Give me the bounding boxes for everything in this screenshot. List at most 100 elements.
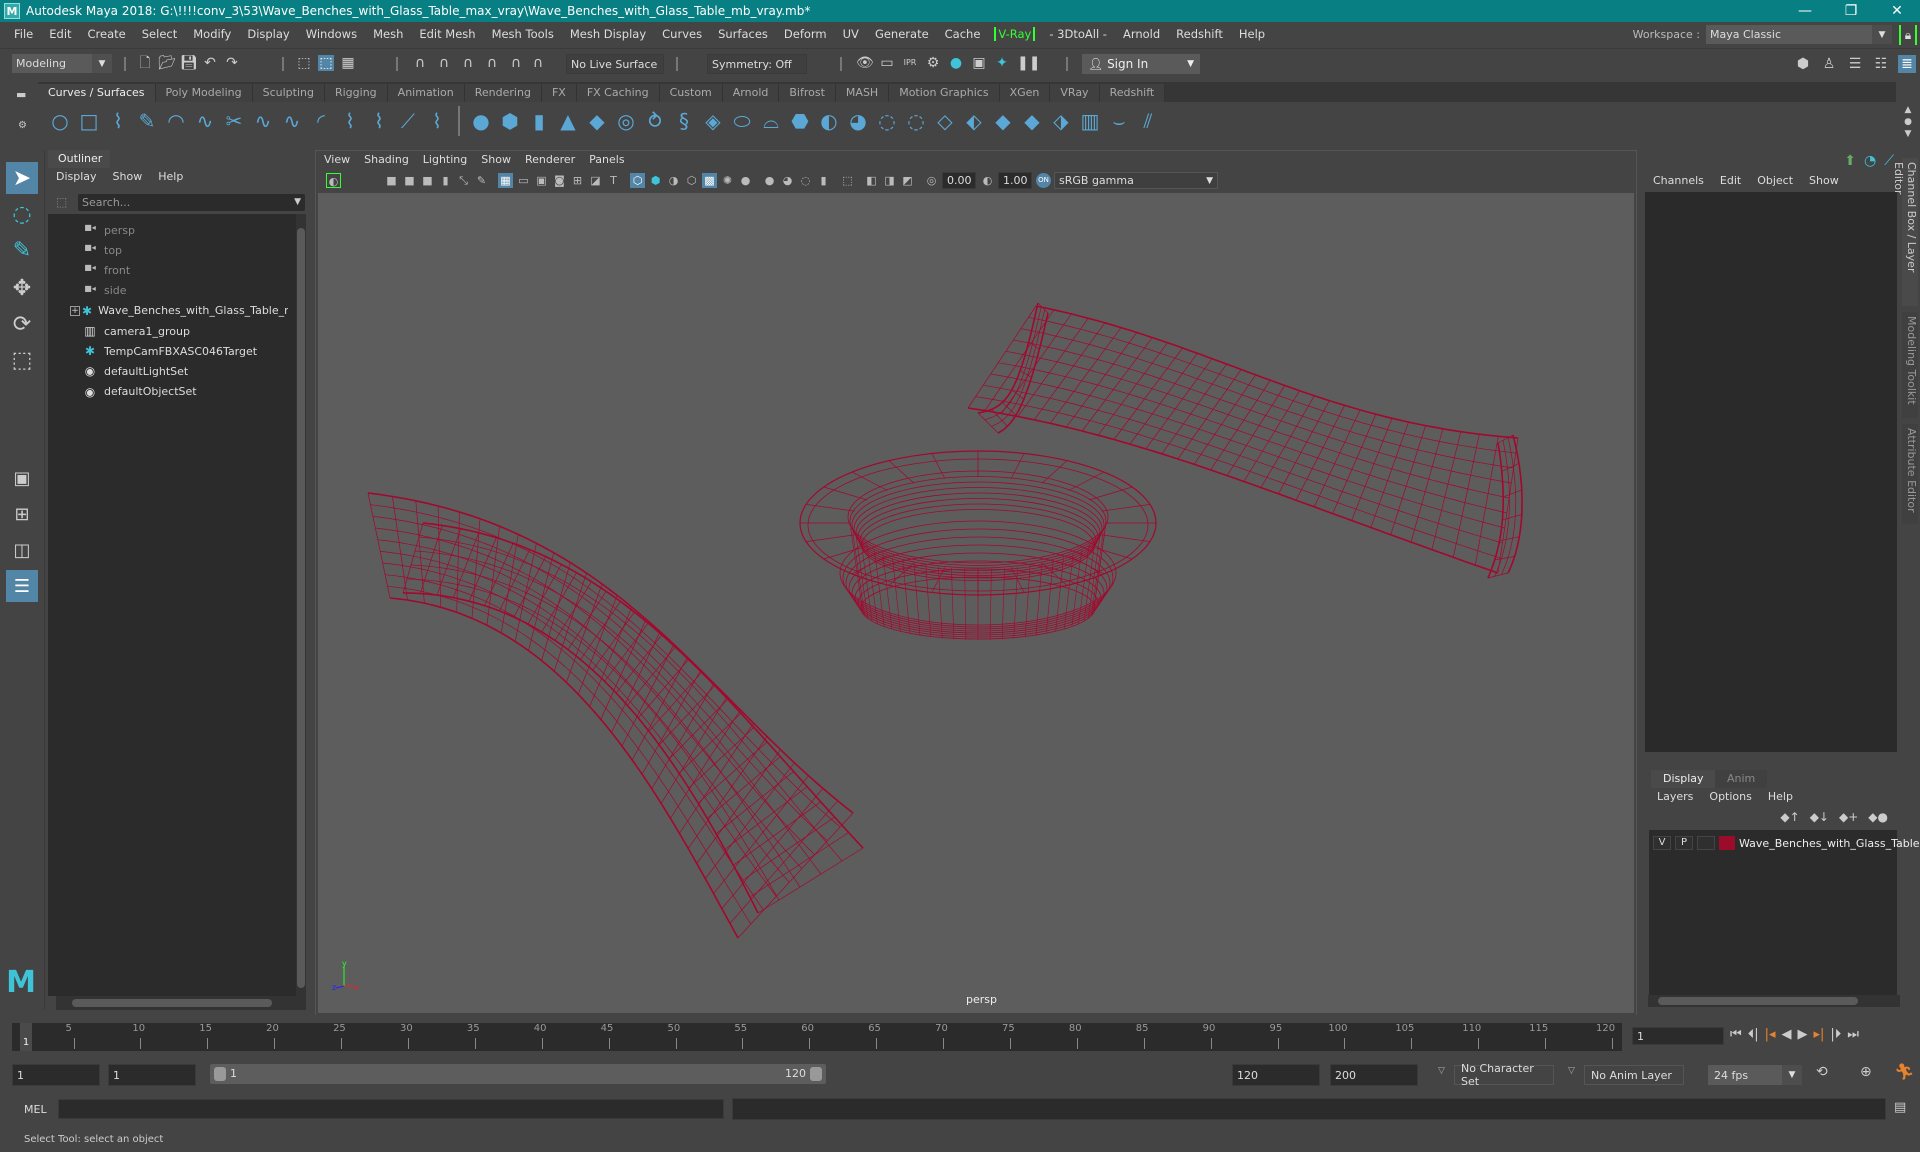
menu-select[interactable]: Select [134, 27, 185, 41]
insert-isoparm-icon[interactable]: ◆ [991, 109, 1015, 133]
step-forward-key-icon[interactable]: ▸| [1814, 1027, 1825, 1042]
sculpt-geometry-icon[interactable]: ⌣ [1107, 109, 1131, 133]
menu-modify[interactable]: Modify [185, 27, 239, 41]
nurbs-cylinder-icon[interactable]: ▮ [527, 109, 551, 133]
character-controls-icon[interactable]: ♙ [1820, 55, 1838, 73]
offset-curve-icon[interactable]: ◜ [309, 109, 333, 133]
tool-settings-icon[interactable]: ☷ [1872, 55, 1890, 73]
boundary-icon[interactable]: ⬣ [788, 109, 812, 133]
curve-intersect-icon[interactable]: ∿ [251, 109, 275, 133]
nurbs-cone-icon[interactable]: ▲ [556, 109, 580, 133]
go-to-end-icon[interactable]: ⏭ [1847, 1027, 1859, 1042]
step-forward-frame-icon[interactable]: |⏵ [1830, 1027, 1841, 1042]
tab-channel-box-layer-editor[interactable]: Channel Box / Layer Editor [1892, 158, 1918, 306]
rotate-tool-icon[interactable]: ⟳ [6, 308, 38, 340]
outliner-search-input[interactable]: Search... ▼ [78, 194, 305, 211]
paint-select-tool-icon[interactable]: ✎ [6, 234, 38, 266]
xray-active-components-icon[interactable]: ◨ [882, 173, 897, 188]
shelf-tab-sculpting[interactable]: Sculpting [252, 84, 325, 102]
gamma-field[interactable]: 1.00 [998, 172, 1032, 189]
birail-icon[interactable]: ⌓ [759, 109, 783, 133]
extend-curve-icon[interactable]: ⌇ [367, 109, 391, 133]
auto-key-icon[interactable]: ⊕ [1860, 1064, 1872, 1080]
exposure-icon[interactable]: ◎ [924, 173, 939, 188]
range-slider[interactable]: 1 120 [210, 1064, 826, 1084]
layer-row[interactable]: V P Wave_Benches_with_Glass_Table [1653, 836, 1920, 850]
outliner-vertical-scrollbar[interactable] [296, 214, 306, 996]
menu-mesh[interactable]: Mesh [365, 27, 411, 41]
outliner-item[interactable]: ■◂ front [48, 260, 288, 280]
play-backwards-icon[interactable]: ◀ [1782, 1027, 1792, 1042]
gamma-icon[interactable]: ◐ [980, 173, 995, 188]
channel-box-icon[interactable]: ≣ [1898, 55, 1916, 73]
move-layer-up-icon[interactable]: ◆↑ [1780, 810, 1799, 824]
select-tool-icon[interactable]: ➤ [6, 162, 38, 194]
rebuild-surface-icon[interactable]: ▥ [1078, 109, 1102, 133]
range-start-handle[interactable] [214, 1067, 226, 1081]
lock-camera-icon[interactable]: ■ [402, 173, 417, 188]
workspace-dropdown[interactable]: Maya Classic ▼ [1706, 25, 1892, 44]
render-view-icon[interactable]: 👁︎ [856, 55, 874, 71]
animation-preferences-icon[interactable]: 🏃︎ [1894, 1062, 1914, 1081]
menu-display[interactable]: Display [239, 27, 297, 41]
shelf-tab-vray[interactable]: VRay [1050, 84, 1100, 102]
outliner-horizontal-scrollbar[interactable] [56, 996, 306, 1010]
chevron-down-icon[interactable]: ▽ [1438, 1066, 1445, 1076]
viewport-menu-lighting[interactable]: Lighting [423, 153, 467, 166]
snap-grid-icon[interactable]: ∩ [412, 55, 428, 71]
attach-surfaces-icon[interactable]: ◆ [1020, 109, 1044, 133]
tab-modeling-toolkit[interactable]: Modeling Toolkit [1902, 312, 1918, 418]
shelf-tab-animation[interactable]: Animation [387, 84, 465, 102]
undo-icon[interactable]: ↶ [202, 55, 218, 71]
extrude-icon[interactable]: ⬭ [730, 109, 754, 133]
menu-mesh-display[interactable]: Mesh Display [562, 27, 654, 41]
outliner-menu-help[interactable]: Help [158, 170, 183, 183]
outliner-menu-show[interactable]: Show [113, 170, 143, 183]
speed-icon[interactable]: ◔ [1864, 153, 1876, 169]
outliner-item[interactable]: ■◂ persp [48, 220, 288, 240]
smooth-shade-icon[interactable]: ⬢ [648, 173, 663, 188]
untrim-icon[interactable]: ◌ [904, 109, 928, 133]
range-end-handle[interactable] [810, 1067, 822, 1081]
layer-menu-options[interactable]: Options [1709, 790, 1751, 803]
grid-icon[interactable]: ▦ [498, 173, 513, 188]
restore-button[interactable]: ❐ [1828, 0, 1874, 22]
bezier-curve-icon[interactable]: ∿ [280, 109, 304, 133]
outliner-item[interactable]: ▥ camera1_group [48, 321, 288, 341]
shelf-tab-mash[interactable]: MASH [835, 84, 890, 102]
nurbs-plane-icon[interactable]: ◆ [585, 109, 609, 133]
layer-display-type-toggle[interactable] [1697, 836, 1715, 850]
attach-curve-icon[interactable]: ⟋ [396, 109, 420, 133]
layer-menu-help[interactable]: Help [1768, 790, 1793, 803]
shelf-tab-motion-graphics[interactable]: Motion Graphics [889, 84, 1000, 102]
menu-generate[interactable]: Generate [867, 27, 937, 41]
fps-dropdown[interactable]: 24 fps ▼ [1708, 1065, 1802, 1085]
camera-icon[interactable]: ■ [384, 173, 399, 188]
menu-v-ray[interactable]: V-Ray [994, 27, 1036, 41]
bevel-icon[interactable]: ◕ [846, 109, 870, 133]
outliner-item[interactable]: ✱ TempCamFBXASC046Target [48, 341, 288, 361]
menu-edit[interactable]: Edit [41, 27, 79, 41]
menu-deform[interactable]: Deform [776, 27, 835, 41]
filter-icon[interactable]: ⬚ [56, 195, 67, 209]
menu-help[interactable]: Help [1231, 27, 1273, 41]
outliner-item[interactable]: +✱ Wave_Benches_with_Glass_Table_ncl1_1 [48, 301, 288, 321]
grease-pencil-icon[interactable]: ✎ [474, 173, 489, 188]
color-management-toggle-icon[interactable]: ON [1036, 173, 1051, 188]
tab-display[interactable]: Display [1651, 770, 1716, 788]
motion-blur-icon[interactable]: ◕ [780, 173, 795, 188]
use-all-lights-icon[interactable]: ✺ [720, 173, 735, 188]
cut-curve-icon[interactable]: ✂ [222, 109, 246, 133]
detach-surfaces-icon[interactable]: ⬗ [1049, 109, 1073, 133]
open-scene-icon[interactable]: 📂︎ [158, 55, 176, 71]
create-empty-layer-icon[interactable]: ◆+ [1839, 810, 1858, 824]
safe-title-icon[interactable]: T [606, 173, 621, 188]
shelf-scroll[interactable]: ▲ ● ▼ [1902, 104, 1914, 140]
revolve-icon[interactable]: ⥁ [643, 109, 667, 133]
new-scene-icon[interactable]: 🗋 [137, 55, 153, 71]
lock-icon[interactable]: 🔒︎ [1899, 25, 1917, 45]
project-curve-icon[interactable]: ⬖ [962, 109, 986, 133]
snap-live-icon[interactable]: ∩ [508, 55, 524, 71]
close-button[interactable]: ✕ [1874, 0, 1920, 22]
save-scene-icon[interactable]: 💾︎ [180, 55, 198, 71]
